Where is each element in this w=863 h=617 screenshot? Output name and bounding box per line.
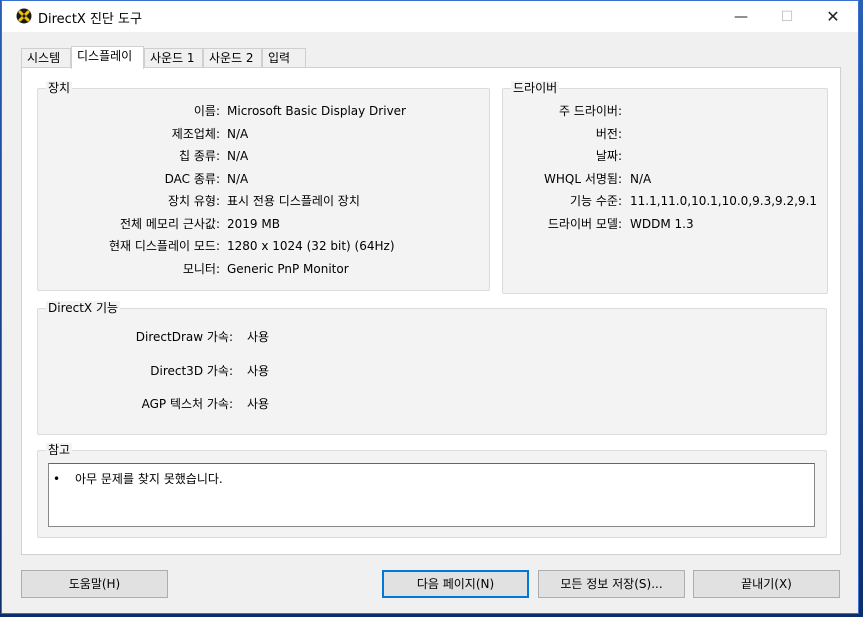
note-item-text: 아무 문제를 찾지 못했습니다. — [75, 472, 223, 486]
note-item: • 아무 문제를 찾지 못했습니다. — [53, 470, 223, 487]
driver-label: WHQL 서명됨: — [544, 171, 622, 186]
driver-value: N/A — [630, 171, 652, 186]
device-label: 칩 종류: — [179, 149, 220, 163]
tab-sound-2[interactable]: 사운드 2 — [203, 48, 262, 68]
device-label: 이름: — [193, 104, 220, 118]
driver-group: 드라이버 주 드라이버: 버전: 날짜: WHQL 서명됨: N/A 기능 수준: 11.1… — [502, 81, 828, 294]
device-row: 장치 유형: 표시 전용 디스플레이 장치 — [38, 193, 489, 209]
driver-row: 버전: — [503, 126, 827, 142]
features-value: 사용 — [247, 330, 270, 344]
directx-features-group: DirectX 기능 DirectDraw 가속: 사용 Direct3D 가속: 사… — [37, 301, 827, 435]
features-group-title: DirectX 기능 — [46, 301, 121, 315]
device-label: DAC 종류: — [164, 171, 220, 186]
help-button[interactable]: 도움말(H) — [21, 570, 168, 598]
device-value: N/A — [227, 171, 249, 186]
device-value: 1280 x 1024 (32 bit) (64Hz) — [227, 239, 395, 253]
features-label: DirectDraw 가속: — [135, 330, 233, 344]
driver-label: 날짜: — [595, 149, 622, 163]
features-label: AGP 텍스처 가속: — [141, 397, 233, 411]
device-row: 현재 디스플레이 모드: 1280 x 1024 (32 bit) (64Hz) — [38, 238, 489, 254]
directx-app-icon — [16, 8, 32, 24]
bullet-icon: • — [53, 472, 61, 486]
driver-group-title: 드라이버 — [511, 81, 560, 95]
dxdiag-window: DirectX 진단 도구 — ☐ ✕ 시스템 디스플레이 사운드 1 사운드 … — [1, 0, 859, 614]
features-value: 사용 — [247, 363, 270, 378]
device-row: DAC 종류: N/A — [38, 171, 489, 187]
device-label: 현재 디스플레이 모드: — [108, 239, 220, 253]
maximize-button[interactable]: ☐ — [764, 1, 810, 32]
driver-label: 주 드라이버: — [558, 104, 622, 118]
device-value: 2019 MB — [227, 216, 280, 231]
driver-row: 드라이버 모델: WDDM 1.3 — [503, 216, 827, 232]
features-label: Direct3D 가속: — [150, 363, 233, 378]
device-row: 이름: Microsoft Basic Display Driver — [38, 103, 489, 119]
device-group: 장치 이름: Microsoft Basic Display Driver 제조업체… — [37, 81, 490, 291]
driver-value: 11.1,11.0,10.1,10.0,9.3,9.2,9.1 — [630, 194, 818, 208]
driver-label: 기능 수준: — [569, 194, 622, 208]
device-value: Generic PnP Monitor — [227, 261, 349, 276]
window-title: DirectX 진단 도구 — [38, 12, 142, 27]
features-row: Direct3D 가속: 사용 — [38, 363, 826, 379]
driver-row: 주 드라이버: — [503, 103, 827, 119]
tab-display[interactable]: 디스플레이 — [71, 46, 144, 69]
next-page-button[interactable]: 다음 페이지(N) — [382, 570, 529, 598]
device-row: 전체 메모리 근사값: 2019 MB — [38, 216, 489, 232]
driver-row: 기능 수준: 11.1,11.0,10.1,10.0,9.3,9.2,9.1 — [503, 193, 827, 209]
device-value: N/A — [227, 149, 249, 163]
driver-row: WHQL 서명됨: N/A — [503, 171, 827, 187]
tab-system[interactable]: 시스템 — [21, 48, 71, 68]
device-label: 제조업체: — [171, 126, 220, 141]
features-row: AGP 텍스처 가속: 사용 — [38, 396, 826, 412]
device-row: 칩 종류: N/A — [38, 148, 489, 164]
driver-label: 드라이버 모델: — [547, 216, 622, 231]
device-row: 제조업체: N/A — [38, 126, 489, 142]
features-row: DirectDraw 가속: 사용 — [38, 329, 826, 345]
features-value: 사용 — [247, 397, 270, 411]
title-bar[interactable]: DirectX 진단 도구 — ☐ ✕ — [2, 1, 858, 32]
device-row: 모니터: Generic PnP Monitor — [38, 261, 489, 277]
device-value: Microsoft Basic Display Driver — [227, 104, 406, 118]
tab-sound-1[interactable]: 사운드 1 — [144, 48, 203, 68]
notes-textbox[interactable]: • 아무 문제를 찾지 못했습니다. — [48, 463, 815, 527]
save-all-info-button[interactable]: 모든 정보 저장(S)... — [538, 570, 685, 598]
exit-button[interactable]: 끝내기(X) — [693, 570, 840, 598]
device-value: 표시 전용 디스플레이 장치 — [227, 194, 360, 208]
display-panel: 장치 이름: Microsoft Basic Display Driver 제조업체… — [21, 67, 841, 555]
tab-input[interactable]: 입력 — [262, 48, 306, 68]
driver-label: 버전: — [595, 126, 622, 141]
device-label: 장치 유형: — [167, 194, 220, 208]
device-label: 모니터: — [182, 261, 220, 276]
device-value: N/A — [227, 126, 249, 141]
close-button[interactable]: ✕ — [810, 1, 856, 32]
notes-group: 참고 • 아무 문제를 찾지 못했습니다. — [37, 443, 827, 538]
driver-row: 날짜: — [503, 148, 827, 164]
minimize-button[interactable]: — — [718, 1, 764, 32]
device-label: 전체 메모리 근사값: — [120, 216, 220, 231]
notes-group-title: 참고 — [46, 443, 73, 457]
driver-value: WDDM 1.3 — [630, 216, 694, 231]
device-group-title: 장치 — [46, 81, 73, 95]
